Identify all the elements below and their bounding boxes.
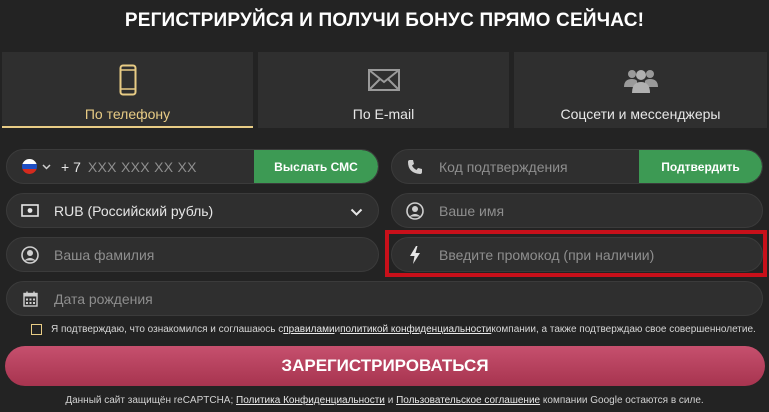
agreement-text-1: Я подтверждаю, что ознакомился и соглаша… <box>51 324 284 335</box>
birth-date-input[interactable]: Дата рождения <box>54 291 153 307</box>
tab-social-label: Соцсети и мессенджеры <box>560 106 721 122</box>
last-name-field[interactable]: Ваша фамилия <box>6 237 379 272</box>
page-title: РЕГИСТРИРУЙСЯ И ПОЛУЧИ БОНУС ПРЯМО СЕЙЧА… <box>124 10 645 31</box>
calendar-icon <box>20 289 40 309</box>
phone-icon <box>119 62 137 98</box>
google-terms-link[interactable]: Пользовательское соглашение <box>396 395 540 406</box>
recaptcha-text-2: и <box>387 395 397 406</box>
russia-flag-icon[interactable] <box>22 159 37 174</box>
tab-email[interactable]: По E-mail <box>258 52 509 128</box>
user-circle-icon <box>20 245 40 265</box>
phone-input[interactable]: XXX XXX XX XX <box>88 159 197 175</box>
agreement-checkbox[interactable] <box>31 324 42 335</box>
phone-country-code: + 7 <box>61 158 81 175</box>
birth-date-field[interactable]: Дата рождения <box>6 281 763 316</box>
users-icon <box>623 62 658 98</box>
chevron-down-icon[interactable] <box>42 163 51 170</box>
confirmation-code-field[interactable]: Код подтверждения Подтвердить <box>391 149 763 184</box>
promo-highlight-box <box>385 230 767 277</box>
tab-phone[interactable]: По телефону <box>2 52 253 128</box>
rules-link[interactable]: правилами <box>283 324 334 335</box>
phone-field[interactable]: + 7 XXX XXX XX XX Выслать СМС <box>6 149 379 184</box>
first-name-field[interactable]: Ваше имя <box>391 193 763 228</box>
privacy-policy-link[interactable]: политикой конфиденциальности <box>340 324 491 335</box>
currency-value: RUB (Российский рубль) <box>54 202 214 219</box>
user-circle-icon <box>405 201 425 221</box>
first-name-input[interactable]: Ваше имя <box>439 203 504 219</box>
confirmation-code-input[interactable]: Код подтверждения <box>439 159 568 175</box>
recaptcha-text-1: Данный сайт защищён reCAPTCHA; <box>65 395 237 406</box>
agreement-text-3: компании, а также подтверждаю свое совер… <box>491 324 756 335</box>
google-privacy-link[interactable]: Политика Конфиденциальности <box>236 395 385 406</box>
phone-handset-icon <box>405 157 425 177</box>
send-sms-button[interactable]: Выслать СМС <box>254 150 378 183</box>
banknote-icon <box>20 201 40 221</box>
register-button[interactable]: ЗАРЕГИСТРИРОВАТЬСЯ <box>5 346 765 386</box>
agreement-row: Я подтверждаю, что ознакомился и соглаша… <box>31 324 756 335</box>
tab-email-label: По E-mail <box>352 106 415 122</box>
tab-social[interactable]: Соцсети и мессенджеры <box>514 52 767 128</box>
recaptcha-text-3: компании Google остаются в силе. <box>542 395 704 406</box>
envelope-icon <box>367 62 400 98</box>
confirm-button[interactable]: Подтвердить <box>639 150 762 183</box>
recaptcha-notice: Данный сайт защищён reCAPTCHA; Политика … <box>0 395 769 406</box>
last-name-input[interactable]: Ваша фамилия <box>54 247 154 263</box>
currency-select[interactable]: RUB (Российский рубль) <box>6 193 379 228</box>
tab-phone-label: По телефону <box>84 106 171 122</box>
chevron-down-icon[interactable] <box>350 204 363 222</box>
